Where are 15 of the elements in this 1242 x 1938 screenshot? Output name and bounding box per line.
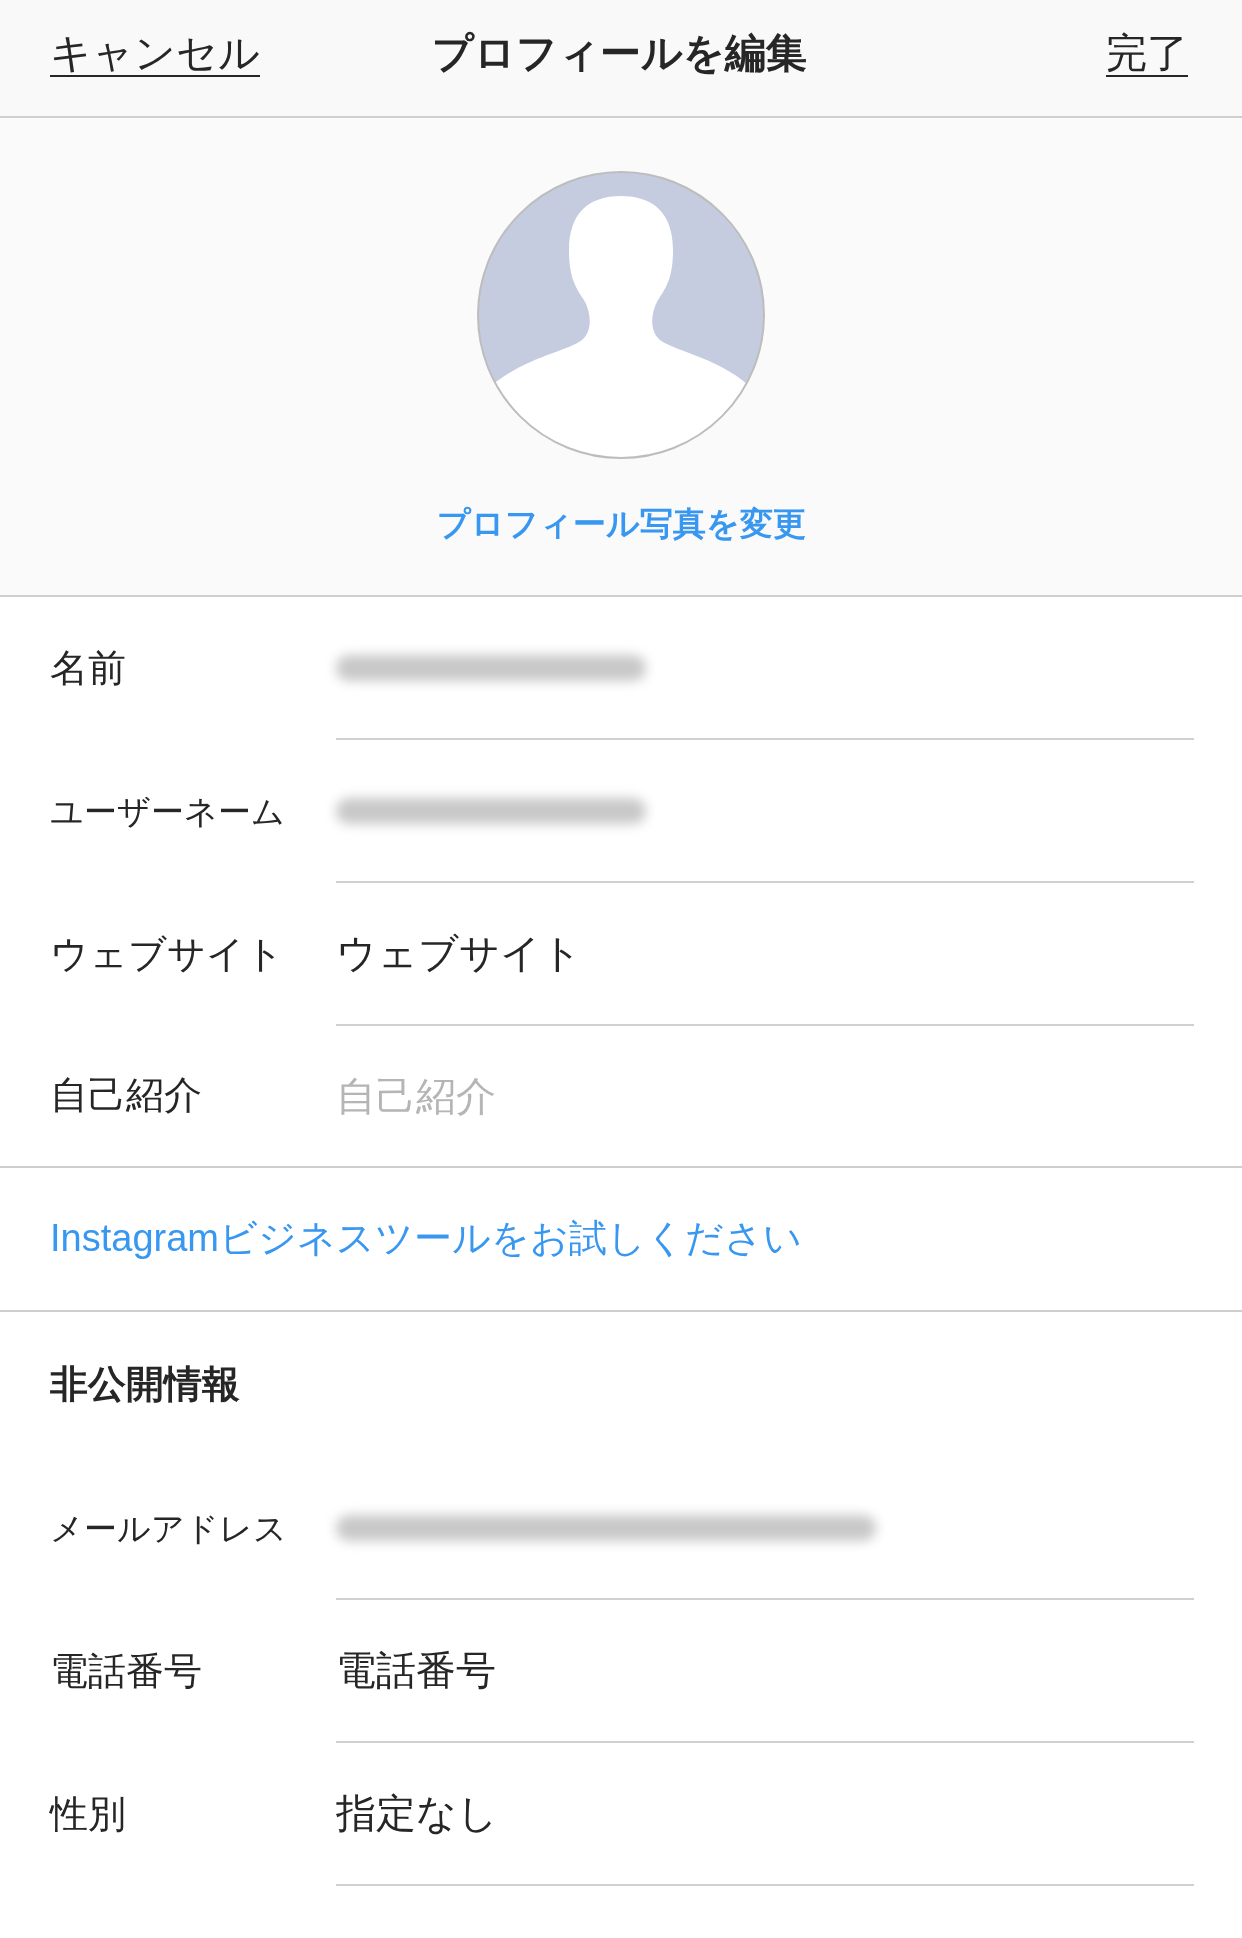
input-field[interactable]: 電話番号: [336, 1600, 1194, 1743]
input-field[interactable]: 指定なし: [336, 1743, 1194, 1886]
field-label: ユーザーネーム: [50, 791, 285, 832]
field-label: 性別: [50, 1791, 126, 1837]
section-heading: 非公開情報: [50, 1361, 240, 1407]
screen-title: プロフィールを編集: [431, 29, 807, 79]
field-label: メールアドレス: [50, 1508, 287, 1549]
cancel-button[interactable]: キャンセル: [50, 29, 260, 79]
done-button[interactable]: 完了: [1106, 29, 1188, 79]
field-label: ウェブサイト: [50, 931, 284, 977]
field-label: 名前: [50, 645, 126, 691]
default-avatar-icon[interactable]: [476, 170, 766, 460]
field-label: 電話番号: [50, 1648, 202, 1694]
field-label: 自己紹介: [50, 1073, 202, 1119]
input-field[interactable]: ウェブサイト: [336, 883, 1194, 1026]
